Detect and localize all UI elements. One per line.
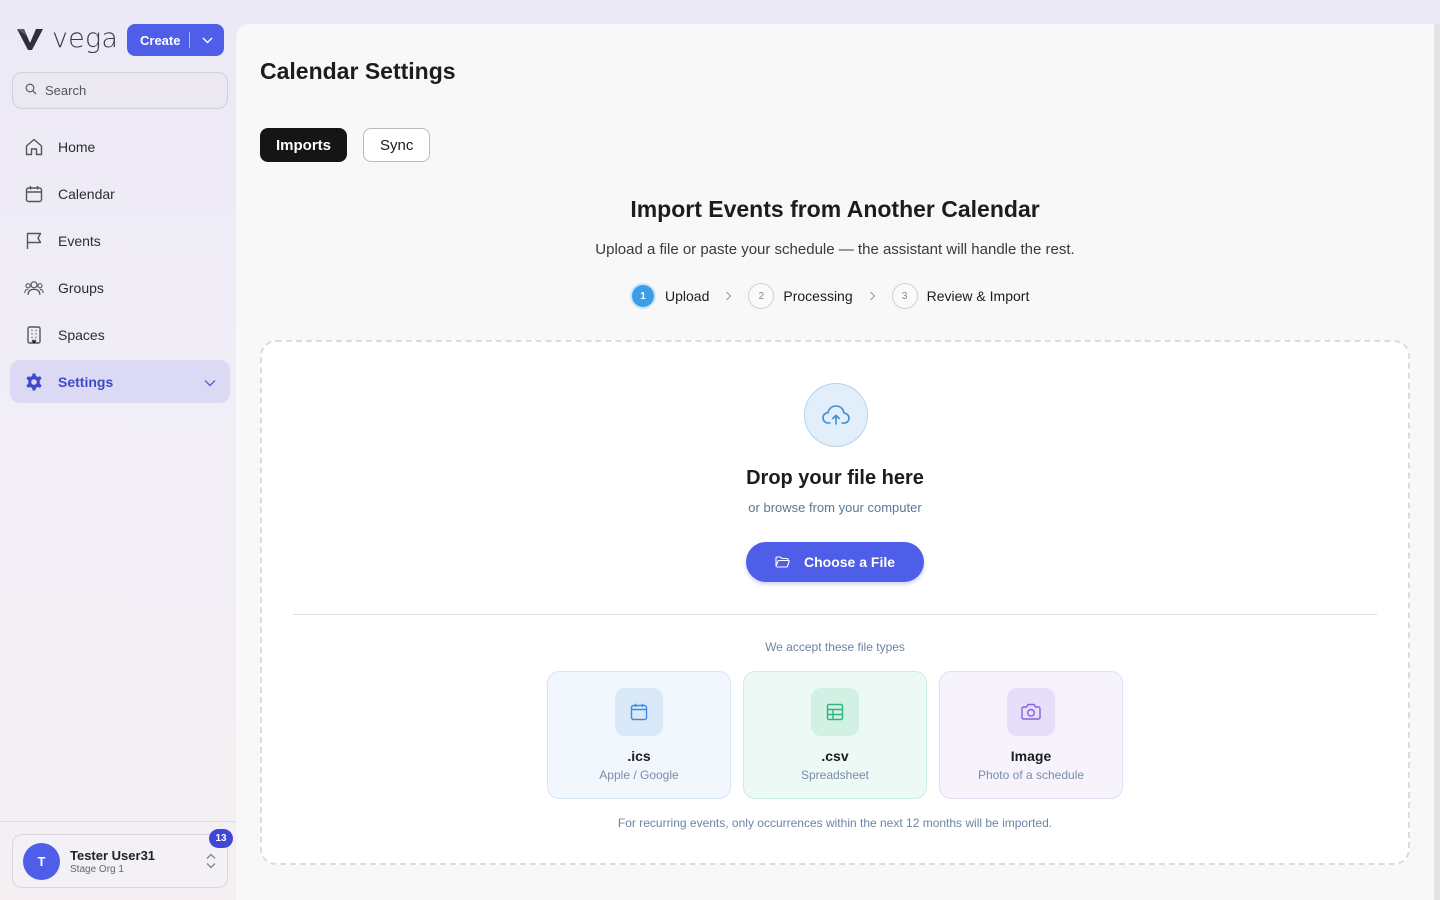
home-icon — [24, 137, 44, 157]
brand-name: vega — [52, 23, 119, 54]
choose-file-label: Choose a File — [803, 554, 896, 570]
sidebar-nav: Home Calendar Events Groups Spaces Setti… — [10, 125, 230, 407]
flag-icon — [24, 231, 44, 251]
step-number: 2 — [748, 283, 775, 309]
file-type-desc: Spreadsheet — [800, 768, 870, 782]
cloud-upload-icon — [804, 383, 868, 447]
sidebar-item-home[interactable]: Home — [10, 125, 230, 168]
sidebar-item-settings[interactable]: Settings — [10, 360, 230, 403]
page-title: Calendar Settings — [260, 58, 456, 84]
step-label: Processing — [783, 288, 853, 304]
gear-icon — [24, 372, 44, 392]
search-input[interactable] — [45, 83, 215, 98]
chevron-down-icon[interactable] — [204, 374, 216, 390]
sidebar-item-label: Events — [58, 232, 101, 249]
camera-icon — [1007, 688, 1055, 736]
search-icon — [25, 82, 37, 100]
import-stepper: 1 Upload 2 Processing 3 Review & Import — [630, 283, 1029, 309]
step-label: Review & Import — [926, 288, 1030, 304]
sidebar-item-events[interactable]: Events — [10, 219, 230, 262]
file-type-csv[interactable]: .csv Spreadsheet — [743, 671, 927, 799]
user-menu[interactable]: T Tester User31 Stage Org 1 — [12, 834, 228, 888]
sidebar-item-label: Groups — [58, 279, 104, 296]
sidebar-item-label: Home — [58, 138, 96, 155]
recurring-events-note: For recurring events, only occurrences w… — [617, 816, 1053, 830]
file-type-name: .csv — [821, 748, 849, 764]
file-type-list: .ics Apple / Google .csv Spreadsheet Ima… — [547, 671, 1135, 799]
file-dropzone[interactable]: Drop your file here or browse from your … — [260, 340, 1410, 865]
brand-logo[interactable]: vega — [16, 23, 119, 54]
chevron-right-icon — [869, 291, 876, 301]
notification-badge: 13 — [209, 829, 233, 848]
sidebar-item-groups[interactable]: Groups — [10, 266, 230, 309]
divider — [293, 614, 1377, 615]
step-upload: 1 Upload — [630, 283, 709, 309]
sidebar-item-label: Settings — [58, 373, 114, 390]
chevron-up-down-icon[interactable] — [205, 852, 217, 875]
folder-icon — [775, 556, 790, 568]
file-type-desc: Apple / Google — [599, 768, 679, 782]
step-processing: 2 Processing — [748, 283, 853, 309]
users-icon — [24, 278, 44, 298]
avatar: T — [23, 842, 60, 880]
sidebar-item-label: Calendar — [58, 185, 115, 202]
tab-sync[interactable]: Sync — [363, 128, 431, 162]
user-name: Tester User31 — [70, 847, 156, 863]
building-icon — [24, 325, 44, 345]
main-panel: Calendar Settings Imports Sync Import Ev… — [236, 24, 1440, 900]
create-button-label: Create — [140, 32, 181, 48]
step-number: 3 — [891, 283, 918, 309]
user-org: Stage Org 1 — [70, 863, 124, 875]
sidebar-item-spaces[interactable]: Spaces — [10, 313, 230, 356]
step-review-import: 3 Review & Import — [891, 283, 1030, 309]
file-type-name: Image — [1010, 748, 1052, 764]
sidebar: vega Create Home Calendar — [0, 0, 236, 900]
step-label: Upload — [665, 288, 710, 304]
chevron-down-icon[interactable] — [190, 37, 224, 44]
import-subtitle: Upload a file or paste your schedule — t… — [595, 241, 1075, 258]
file-type-image[interactable]: Image Photo of a schedule — [939, 671, 1123, 799]
sidebar-item-calendar[interactable]: Calendar — [10, 172, 230, 215]
search-box[interactable] — [12, 72, 228, 109]
sidebar-item-label: Spaces — [58, 326, 105, 343]
scrollbar[interactable] — [1434, 24, 1440, 900]
calendar-icon — [615, 688, 663, 736]
drop-title: Drop your file here — [746, 467, 924, 489]
accepted-types-label: We accept these file types — [765, 640, 905, 654]
table-icon — [811, 688, 859, 736]
tab-imports[interactable]: Imports — [260, 128, 348, 162]
file-type-ics[interactable]: .ics Apple / Google — [547, 671, 731, 799]
choose-file-button[interactable]: Choose a File — [746, 542, 924, 582]
sidebar-divider — [0, 821, 236, 822]
file-type-name: .ics — [627, 748, 651, 764]
create-button[interactable]: Create — [127, 24, 224, 56]
vega-logo-icon — [17, 29, 43, 50]
step-number: 1 — [630, 283, 656, 309]
import-title: Import Events from Another Calendar — [630, 196, 1040, 222]
file-type-desc: Photo of a schedule — [977, 768, 1085, 782]
browse-hint: or browse from your computer — [748, 500, 922, 515]
chevron-right-icon — [725, 291, 732, 301]
settings-tabs: Imports Sync — [260, 128, 446, 162]
calendar-icon — [24, 184, 44, 204]
